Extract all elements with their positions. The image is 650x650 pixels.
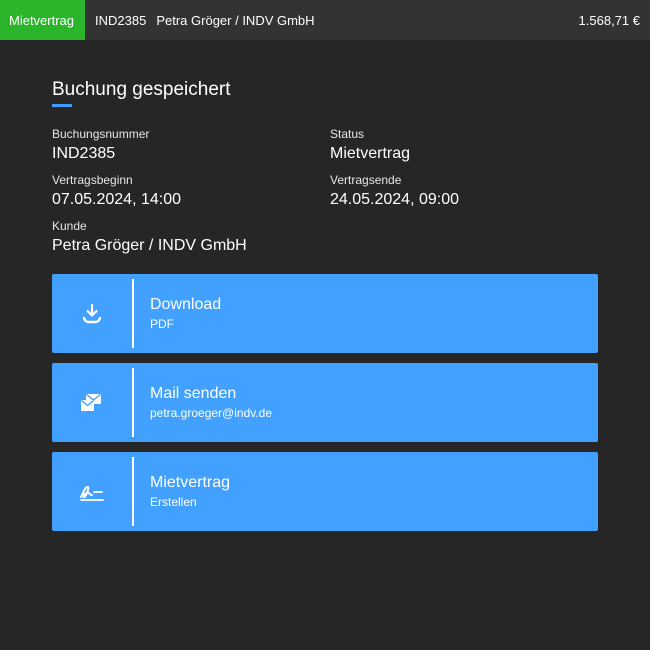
contract-start-value: 07.05.2024, 14:00 (52, 191, 182, 208)
contract-end-label: Vertragsende (330, 173, 402, 187)
action-list: Download PDF Mail senden petra.groeger@i… (52, 274, 598, 541)
topbar-booking-number: IND2385 (95, 12, 147, 28)
topbar-total-amount: 1.568,71 € (578, 12, 640, 28)
download-pdf-button[interactable]: Download PDF (52, 274, 598, 353)
page-title: Buchung gespeichert (52, 79, 231, 100)
customer-field: Kunde Petra Gröger / INDV GmbH (52, 219, 247, 256)
contract-end-value: 24.05.2024, 09:00 (330, 191, 460, 208)
customer-value: Petra Gröger / INDV GmbH (52, 237, 247, 254)
status-label: Status (330, 127, 365, 141)
mail-send-icon (52, 363, 132, 442)
main-content: Buchung gespeichert Buchungsnummer IND23… (52, 78, 598, 531)
contract-text: Mietvertrag Erstellen (134, 473, 230, 510)
title-underline (52, 104, 72, 107)
booking-number-value: IND2385 (52, 145, 116, 162)
top-bar: Mietvertrag IND2385 Petra Gröger / INDV … (0, 0, 650, 40)
mail-subtitle: petra.groeger@indv.de (150, 406, 273, 420)
contract-end-field: Vertragsende 24.05.2024, 09:00 (330, 173, 459, 210)
status-value: Mietvertrag (330, 145, 411, 162)
mail-title: Mail senden (150, 385, 237, 402)
download-title: Download (150, 296, 222, 313)
contract-title: Mietvertrag (150, 474, 231, 491)
booking-info: Buchungsnummer IND2385 Status Mietvertra… (52, 127, 598, 267)
customer-label: Kunde (52, 219, 87, 233)
topbar-customer-name: Petra Gröger / INDV GmbH (156, 12, 315, 28)
contract-subtitle: Erstellen (150, 495, 197, 509)
create-contract-button[interactable]: Mietvertrag Erstellen (52, 452, 598, 531)
send-mail-button[interactable]: Mail senden petra.groeger@indv.de (52, 363, 598, 442)
status-field: Status Mietvertrag (330, 127, 410, 164)
mail-text: Mail senden petra.groeger@indv.de (134, 384, 272, 421)
download-text: Download PDF (134, 295, 221, 332)
contract-start-field: Vertragsbeginn 07.05.2024, 14:00 (52, 173, 181, 210)
contract-start-label: Vertragsbeginn (52, 173, 133, 187)
download-subtitle: PDF (150, 317, 174, 331)
booking-number-label: Buchungsnummer (52, 127, 150, 141)
status-badge: Mietvertrag (0, 0, 86, 40)
download-icon (52, 274, 132, 353)
signature-icon (52, 452, 132, 531)
booking-number-field: Buchungsnummer IND2385 (52, 127, 149, 164)
